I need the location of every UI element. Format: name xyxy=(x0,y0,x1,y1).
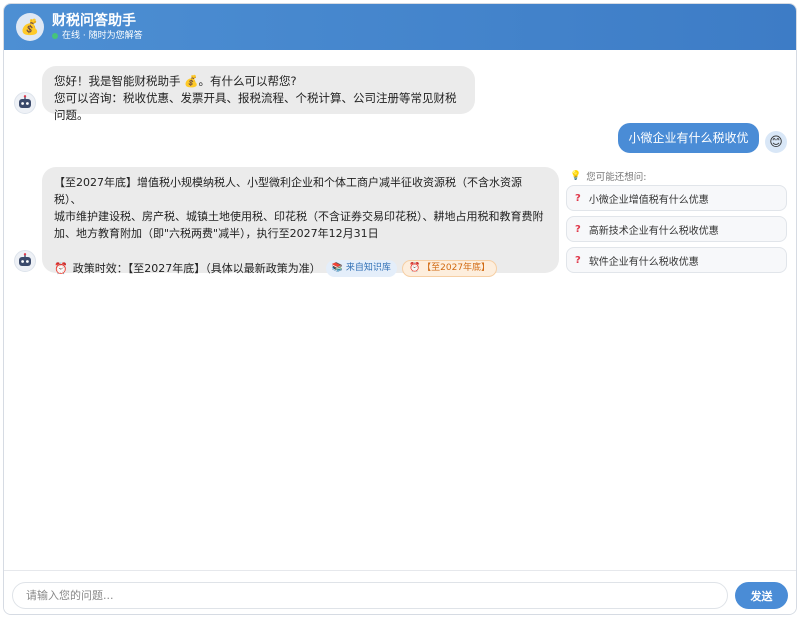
suggestions-header: 💡 您可能还想问: xyxy=(570,169,646,183)
question-mark-icon: ? xyxy=(575,223,581,235)
chat-area[interactable]: 您好！我是智能财税助手 💰。有什么可以帮您? 您可以咨询：税收优惠、发票开具、报… xyxy=(4,50,796,570)
knowledge-base-tag: 📚 来自知识库 xyxy=(325,260,397,277)
policy-validity-text: 政策时效：【至2027年底】（具体以最新政策为准） xyxy=(72,262,321,275)
answer-spacer xyxy=(54,242,547,254)
answer-line-3: 加、地方教育附加（即"六税两费"减半），执行至2027年12月31日 xyxy=(54,227,379,240)
chat-app-window: 💰 财税问答助手 在线 · 随时为您解答 您好！我是智能财税助手 💰。有什么可以… xyxy=(3,3,797,615)
app-title: 财税问答助手 xyxy=(52,12,136,29)
question-input[interactable] xyxy=(12,582,728,609)
app-header: 💰 财税问答助手 在线 · 随时为您解答 xyxy=(4,4,796,50)
lightbulb-icon: 💡 xyxy=(570,171,582,181)
knowledge-base-tag-label: 来自知识库 xyxy=(345,263,391,273)
question-mark-icon: ? xyxy=(575,254,581,266)
alarm-clock-icon: ⏰ xyxy=(54,262,68,275)
money-bag-logo-icon: 💰 xyxy=(16,13,44,41)
user-avatar-icon: 😊 xyxy=(765,131,787,153)
bot-answer-bubble: 【至2027年底】增值税小规模纳税人、小型微利企业和个体工商户减半征收资源税（不… xyxy=(42,167,559,277)
suggestion-label: 高新技术企业有什么税收优惠 xyxy=(588,225,719,237)
bot-avatar-icon xyxy=(14,250,36,272)
bot-greeting-bubble: 您好！我是智能财税助手 💰。有什么可以帮您? 您可以咨询：税收优惠、发票开具、报… xyxy=(42,66,475,122)
send-button[interactable]: 发送 xyxy=(735,582,788,609)
answer-line-1: 【至2027年底】增值税小规模纳税人、小型微利企业和个体工商户减半征收资源税（不… xyxy=(54,176,522,206)
question-mark-icon: ? xyxy=(575,192,581,204)
online-status: 在线 · 随时为您解答 xyxy=(52,30,143,42)
status-text: 在线 · 随时为您解答 xyxy=(62,30,143,41)
greeting-line-2: 您可以咨询：税收优惠、发票开具、报税流程、个税计算、公司注册等常见财税问题。 xyxy=(54,91,457,122)
answer-line-2: 城市维护建设税、房产税、城镇土地使用税、印花税（不含证券交易印花税）、耕地占用税… xyxy=(54,210,544,223)
status-dot-icon xyxy=(52,32,58,39)
suggestion-item[interactable]: ? 软件企业有什么税收优惠 xyxy=(566,247,787,273)
suggestion-item[interactable]: ? 小微企业增值税有什么优惠 xyxy=(566,185,787,211)
suggestion-label: 软件企业有什么税收优惠 xyxy=(588,256,699,268)
deadline-tag: ⏰ 【至2027年底】 xyxy=(401,260,498,277)
deadline-tag-label: 【至2027年底】 xyxy=(422,263,491,273)
suggestion-item[interactable]: ? 高新技术企业有什么税收优惠 xyxy=(566,216,787,242)
policy-validity-line: ⏰ 政策时效：【至2027年底】（具体以最新政策为准） 📚 来自知识库 ⏰ 【至… xyxy=(54,260,547,277)
user-message-bubble: 小微企业有什么税收优惠 xyxy=(618,123,759,175)
header-text: 财税问答助手 在线 · 随时为您解答 xyxy=(52,13,143,42)
greeting-line-1: 您好！我是智能财税助手 💰。有什么可以帮您? xyxy=(54,74,297,88)
input-footer: 发送 xyxy=(4,570,796,614)
books-icon: 📚 xyxy=(331,263,343,273)
bot-avatar-icon xyxy=(14,92,36,114)
suggestion-label: 小微企业增值税有什么优惠 xyxy=(588,194,709,206)
alarm-clock-icon: ⏰ xyxy=(408,263,421,273)
suggestions-title: 您可能还想问: xyxy=(586,172,647,183)
